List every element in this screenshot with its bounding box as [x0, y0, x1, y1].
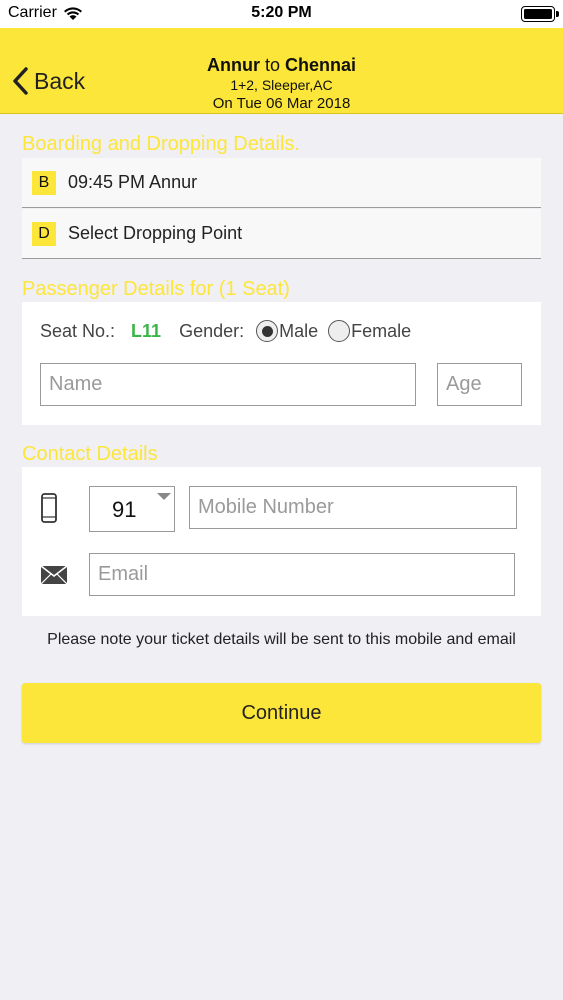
ticket-note: Please note your ticket details will be …	[47, 631, 516, 648]
gender-male-radio[interactable]	[256, 320, 279, 342]
boarding-point-value: 09:45 PM Annur	[68, 172, 198, 192]
email-input[interactable]	[89, 553, 515, 596]
status-time: 5:20 PM	[251, 4, 312, 21]
boarding-point-row[interactable]: B 09:45 PM Annur	[22, 158, 541, 208]
travel-date: On Tue 06 Mar 2018	[212, 95, 351, 112]
seat-gender-line: Seat No.: L11 Gender: Male Female	[40, 320, 421, 342]
age-input[interactable]	[437, 363, 522, 406]
name-input[interactable]	[40, 363, 416, 406]
continue-button[interactable]: Continue	[22, 683, 541, 743]
gender-female-label[interactable]: Female	[351, 321, 411, 342]
dropping-badge: D	[32, 221, 56, 246]
gender-label: Gender:	[179, 320, 245, 341]
route-line: Annur to Chennai	[0, 55, 563, 76]
country-code-select[interactable]: 91	[89, 486, 175, 532]
seat-label: Seat No.:	[40, 320, 116, 341]
origin-city: Annur	[206, 55, 260, 75]
country-code-value: 91	[112, 497, 137, 522]
gender-female-radio[interactable]	[328, 320, 351, 342]
phone-icon	[41, 493, 57, 523]
nav-bar: Back Annur to Chennai 1+2, Sleeper,AC On…	[0, 28, 563, 114]
seat-number: L11	[131, 320, 162, 341]
dropping-point-row[interactable]: D Select Dropping Point	[22, 209, 541, 259]
to-word: to	[264, 55, 280, 75]
dropdown-caret-icon	[157, 493, 171, 500]
destination-city: Chennai	[285, 55, 357, 75]
boarding-section-title: Boarding and Dropping Details.	[22, 133, 300, 155]
trip-title: Annur to Chennai 1+2, Sleeper,AC On Tue …	[0, 55, 563, 112]
gender-radio-group: Male Female	[256, 320, 421, 342]
mobile-number-input[interactable]	[189, 486, 517, 529]
boarding-badge: B	[32, 170, 56, 195]
battery-icon	[521, 6, 559, 22]
gender-male-label[interactable]: Male	[279, 321, 318, 342]
passenger-section-title: Passenger Details for (1 Seat)	[22, 278, 290, 300]
status-bar: Carrier 5:20 PM	[0, 0, 563, 28]
mail-icon	[41, 566, 67, 584]
contact-section-title: Contact Details	[22, 443, 158, 465]
dropping-point-value: Select Dropping Point	[68, 223, 243, 243]
bus-type: 1+2, Sleeper,AC	[230, 77, 333, 93]
